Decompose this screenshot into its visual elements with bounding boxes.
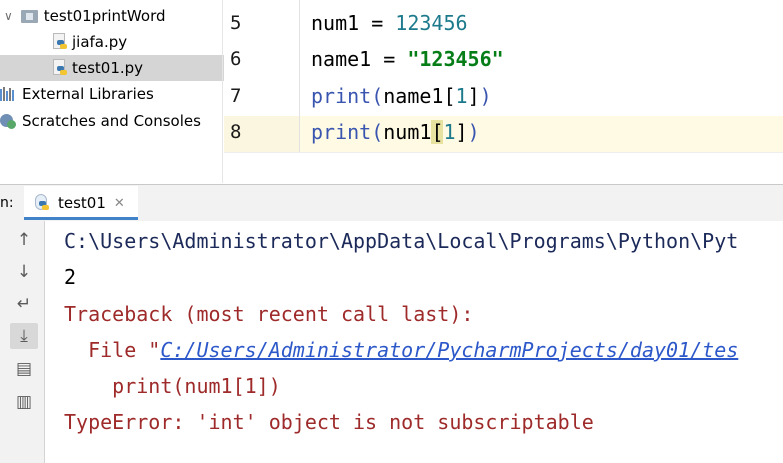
code-bracket: ] (467, 84, 480, 108)
console-file-prefix: File " (64, 338, 161, 362)
tree-file-label: jiafa.py (72, 33, 128, 51)
tree-external-libraries-label: External Libraries (22, 85, 154, 103)
console-output: 2 (64, 265, 77, 289)
console-file-line: File "C:/Users/Administrator/PycharmProj… (64, 338, 738, 362)
gutter-divider (299, 0, 300, 152)
tree-scratches[interactable]: Scratches and Consoles (0, 108, 224, 134)
run-tab-test01[interactable]: test01 ✕ (24, 186, 138, 220)
line-number: 8 (230, 121, 242, 143)
code-function: print (311, 84, 372, 108)
scroll-to-end-icon[interactable]: ⤓ (10, 323, 38, 349)
tree-file-label: test01.py (72, 59, 144, 77)
run-tab-label: test01 (58, 194, 106, 212)
line-number: 6 (230, 48, 242, 70)
soft-wrap-icon[interactable]: ↵ (10, 291, 38, 317)
code-identifier: name1 (383, 84, 444, 108)
console-file-link[interactable]: C:/Users/Administrator/PycharmProjects/d… (160, 338, 738, 362)
console-traceback: Traceback (most recent call last): (64, 302, 474, 326)
code-paren: ) (467, 120, 480, 144)
python-file-icon (52, 33, 68, 51)
tree-file-test01[interactable]: test01.py (0, 55, 224, 81)
tree-scratches-label: Scratches and Consoles (22, 112, 201, 130)
print-icon[interactable]: ▤ (10, 356, 38, 382)
code-identifier: num1 (383, 120, 432, 144)
tree-divider (222, 0, 223, 183)
code-number: 123456 (395, 11, 468, 35)
arrow-up-icon[interactable]: ↑ (10, 227, 38, 253)
code-paren: ) (479, 84, 492, 108)
close-icon[interactable]: ✕ (114, 196, 125, 211)
tree-folder-row[interactable]: ∨ test01printWord (0, 3, 224, 29)
code-bracket: ] (455, 120, 468, 144)
console-code-line: print(num1[1]) (64, 374, 281, 398)
folder-icon (20, 9, 38, 23)
code-identifier: name1 (311, 47, 372, 71)
code-line-7[interactable]: print(name1[1]) (311, 84, 492, 108)
run-tab-underline (24, 217, 138, 220)
editor-empty-area[interactable] (224, 152, 783, 184)
code-operator: = (359, 11, 396, 35)
chevron-down-icon[interactable]: ∨ (4, 9, 13, 23)
code-number: 1 (455, 84, 468, 108)
project-tree: ∨ test01printWord jiafa.py test01.py Ext… (0, 0, 224, 183)
line-number: 5 (230, 12, 242, 34)
libraries-icon (0, 87, 18, 101)
code-number: 1 (443, 120, 456, 144)
console-error-message: TypeError: 'int' object is not subscript… (64, 410, 594, 434)
code-paren: ( (371, 84, 384, 108)
tree-file-jiafa[interactable]: jiafa.py (0, 29, 224, 55)
code-line-6[interactable]: name1 = "123456" (311, 47, 504, 71)
run-toolbar: ↑ ↓ ↵ ⤓ ▤ ▥ (0, 221, 45, 463)
run-label: n: (0, 195, 14, 211)
code-paren: ( (371, 120, 384, 144)
code-function: print (311, 120, 372, 144)
code-bracket-matched: [ (431, 120, 444, 144)
code-identifier: num1 (311, 11, 360, 35)
tree-external-libraries[interactable]: External Libraries (0, 81, 224, 107)
code-operator: = (371, 47, 408, 71)
tree-folder-label: test01printWord (43, 7, 166, 25)
code-line-5[interactable]: num1 = 123456 (311, 11, 468, 35)
code-line-8[interactable]: print(num1[1]) (311, 120, 480, 144)
line-number: 7 (230, 85, 242, 107)
code-bracket: [ (443, 84, 456, 108)
arrow-down-icon[interactable]: ↓ (10, 259, 38, 285)
trash-icon[interactable]: ▥ (10, 389, 38, 415)
console-interpreter-path: C:\Users\Administrator\AppData\Local\Pro… (64, 229, 739, 253)
python-file-icon (52, 59, 68, 77)
code-string: "123456" (407, 47, 504, 71)
scratches-icon (0, 112, 18, 130)
python-icon (34, 194, 50, 212)
